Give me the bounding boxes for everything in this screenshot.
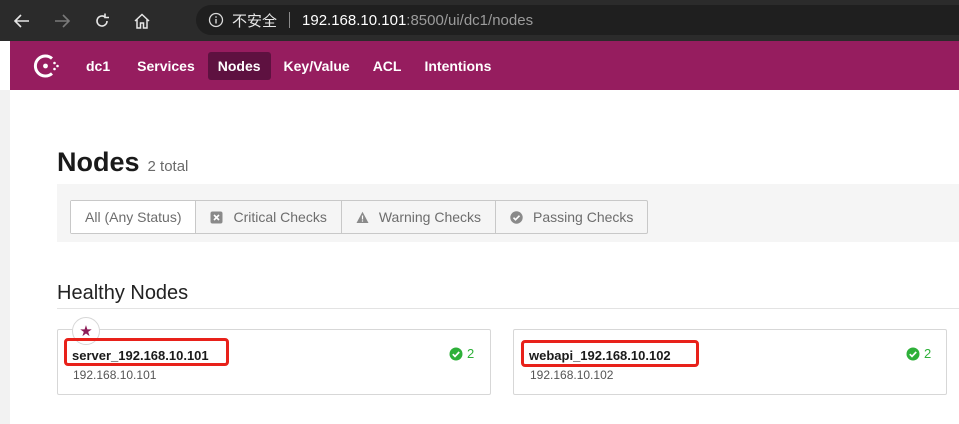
window-edge [0, 90, 10, 424]
arrow-left-icon [13, 13, 29, 28]
filter-warning-label: Warning Checks [378, 209, 482, 225]
node-address: 192.168.10.102 [530, 368, 614, 382]
node-address: 192.168.10.101 [73, 368, 157, 382]
section-divider [57, 308, 959, 309]
home-icon [134, 12, 150, 29]
node-count: 2 total [147, 158, 189, 175]
passing-check-icon [906, 347, 920, 360]
nav-nodes[interactable]: Nodes [207, 51, 271, 80]
status-filter-bar: All (Any Status) Critical Checks Warning… [57, 184, 959, 242]
highlight-box [64, 338, 229, 366]
nav-intentions[interactable]: Intentions [414, 52, 501, 80]
nav-services[interactable]: Services [127, 52, 205, 80]
filter-passing[interactable]: Passing Checks [496, 201, 647, 233]
filter-critical[interactable]: Critical Checks [196, 201, 342, 233]
info-icon[interactable] [208, 12, 224, 28]
passing-checks: 2 [449, 346, 474, 361]
critical-icon [210, 211, 223, 224]
back-button[interactable] [4, 3, 40, 39]
security-label: 不安全 [232, 11, 278, 30]
address-bar[interactable]: 不安全 192.168.10.101:8500/ui/dc1/nodes [196, 5, 959, 35]
browser-toolbar: 不安全 192.168.10.101:8500/ui/dc1/nodes [0, 0, 959, 41]
arrow-right-icon [55, 13, 71, 28]
status-filter-group: All (Any Status) Critical Checks Warning… [70, 200, 649, 234]
app-header: dc1 Services Nodes Key/Value ACL Intenti… [10, 41, 959, 90]
passing-count: 2 [924, 346, 932, 361]
home-button[interactable] [124, 3, 160, 39]
warning-icon [356, 211, 369, 224]
forward-button[interactable] [44, 3, 80, 39]
highlight-box [521, 340, 699, 367]
page-title: Nodes 2 total [57, 147, 188, 178]
reload-icon [96, 13, 109, 27]
passing-checks: 2 [906, 346, 931, 361]
filter-all-label: All (Any Status) [85, 209, 182, 225]
address-divider [289, 12, 291, 28]
section-heading: Healthy Nodes [57, 282, 189, 304]
nav-acl[interactable]: ACL [363, 52, 412, 80]
url-host: 192.168.10.101 [302, 11, 407, 29]
passing-icon [510, 210, 523, 224]
page-heading: Nodes [57, 147, 140, 177]
filter-warning[interactable]: Warning Checks [342, 201, 497, 233]
nav-key-value[interactable]: Key/Value [274, 52, 360, 80]
url-path: :8500/ui/dc1/nodes [406, 11, 534, 29]
passing-count: 2 [467, 346, 475, 361]
consul-logo-icon[interactable] [30, 50, 62, 82]
filter-passing-label: Passing Checks [533, 209, 634, 225]
passing-check-icon [449, 347, 463, 360]
filter-all[interactable]: All (Any Status) [71, 201, 197, 233]
datacenter-selector[interactable]: dc1 [76, 52, 120, 80]
reload-button[interactable] [84, 3, 120, 39]
filter-critical-label: Critical Checks [233, 209, 327, 225]
